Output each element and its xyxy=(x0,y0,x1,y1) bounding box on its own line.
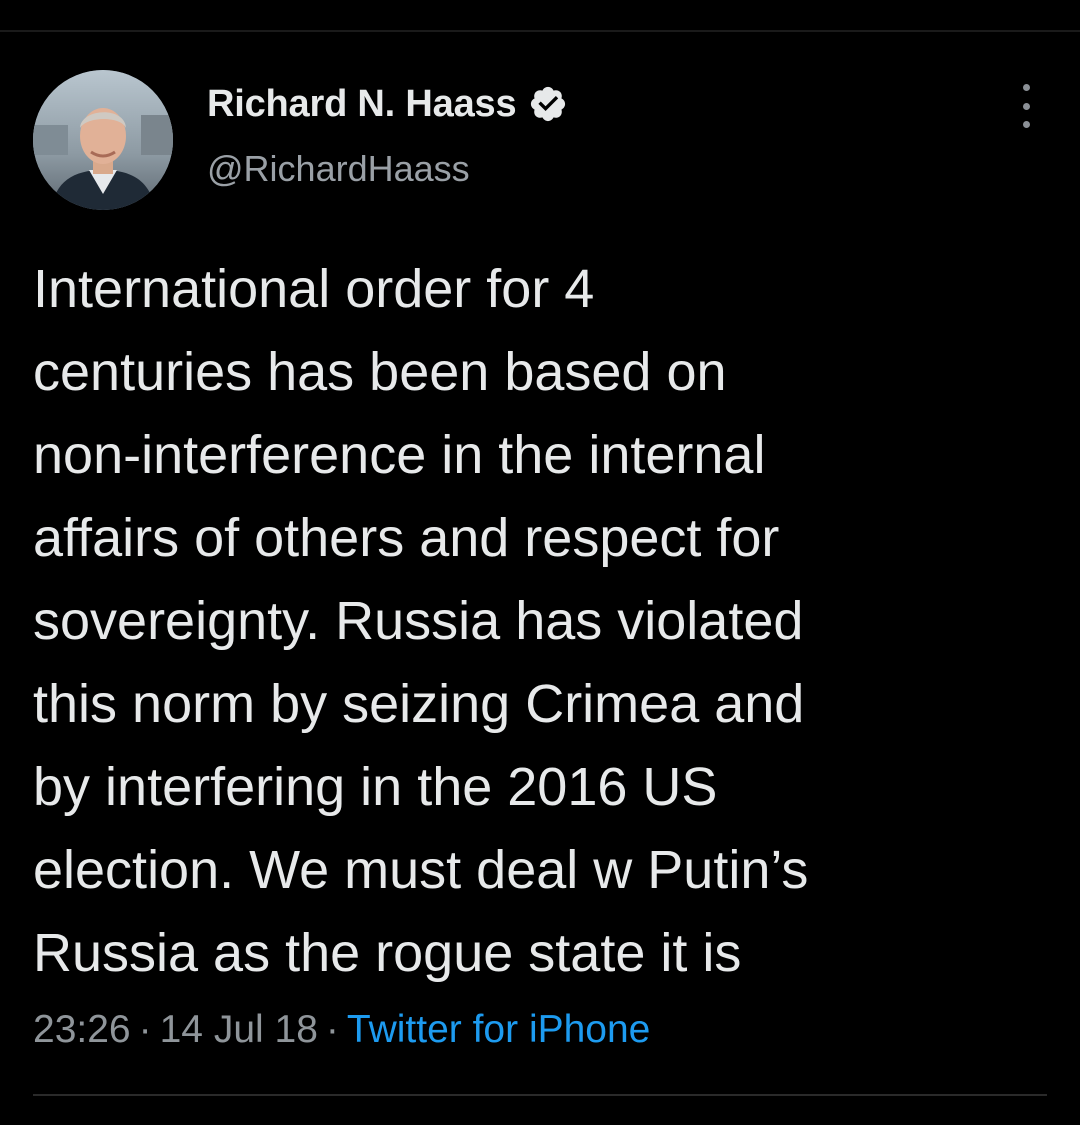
tweet-text: International order for 4 centuries has … xyxy=(33,248,1053,995)
more-vertical-icon-dot xyxy=(1022,102,1030,110)
meta-separator: · xyxy=(138,1008,152,1051)
more-vertical-icon-dot xyxy=(1022,121,1030,128)
more-vertical-icon xyxy=(1022,84,1030,91)
tweet-source-link[interactable]: Twitter for iPhone xyxy=(347,1008,650,1051)
top-divider xyxy=(0,30,1080,32)
tweet-text-line: International order for 4 xyxy=(33,259,595,319)
profile-photo-icon xyxy=(33,70,173,210)
meta-separator: · xyxy=(325,1008,339,1051)
tweet-metadata: 23:26 · 14 Jul 18 · Twitter for iPhone xyxy=(33,1008,650,1052)
tweet-text-line: election. We must deal w Putin’s xyxy=(33,840,809,900)
tweet-date[interactable]: 14 Jul 18 xyxy=(160,1008,318,1051)
tweet-text-line: affairs of others and respect for xyxy=(33,508,780,568)
display-name[interactable]: Richard N. Haass xyxy=(207,83,517,126)
tweet-text-line: centuries has been based on xyxy=(33,342,727,402)
verified-badge-icon xyxy=(528,84,568,124)
tweet-time[interactable]: 23:26 xyxy=(33,1008,131,1051)
more-options-button[interactable] xyxy=(1008,84,1044,128)
tweet-text-line: sovereignty. Russia has violated xyxy=(33,591,804,651)
tweet-text-line: Russia as the rogue state it is xyxy=(33,923,742,983)
tweet-text-line: this norm by seizing Crimea and xyxy=(33,674,805,734)
author-name-row[interactable]: Richard N. Haass xyxy=(207,80,568,128)
tweet-text-line: by interfering in the 2016 US xyxy=(33,757,718,817)
tweet-text-line: non-interference in the internal xyxy=(33,425,766,485)
bottom-divider xyxy=(33,1094,1047,1096)
author-handle[interactable]: @RichardHaass xyxy=(207,148,470,190)
avatar[interactable] xyxy=(33,70,173,210)
